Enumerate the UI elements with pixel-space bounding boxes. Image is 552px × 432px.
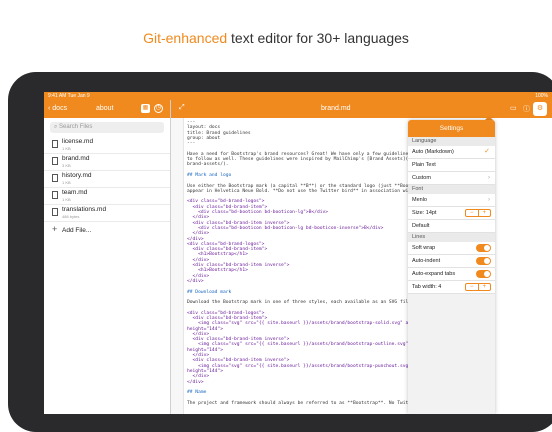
list-item[interactable]: history.md 1 KB <box>44 171 170 188</box>
language-option-plain[interactable]: Plain Text <box>408 159 495 172</box>
preview-icon[interactable]: ▭ <box>510 104 517 112</box>
headline: Git-enhanced text editor for 30+ languag… <box>0 30 552 46</box>
document-icon <box>52 191 58 199</box>
code-editor[interactable]: --- layout: docs title: Brand guidelines gr… <box>187 120 552 414</box>
stepper-plus[interactable]: + <box>479 210 491 216</box>
list-item[interactable]: license.md 1 KB <box>44 137 170 154</box>
list-item[interactable]: team.md 1 KB <box>44 188 170 205</box>
file-list: license.md 1 KB brand.md 3 KB history.md… <box>44 137 170 238</box>
auto-indent-row: Auto-indent <box>408 255 495 268</box>
stepper-minus[interactable]: − <box>466 210 478 216</box>
file-size: 3 KB <box>62 163 71 168</box>
add-file-label: Add File... <box>62 227 92 234</box>
list-item[interactable]: translations.md 486 bytes <box>44 205 170 222</box>
headline-accent: Git-enhanced <box>143 30 228 46</box>
settings-popover: Settings Language Auto (Markdown) ✓ Plai… <box>408 120 495 414</box>
auto-expand-tabs-label: Auto-expand tabs <box>412 271 456 277</box>
auto-expand-tabs-row: Auto-expand tabs <box>408 268 495 281</box>
document-icon <box>52 157 58 165</box>
file-name: license.md <box>62 138 94 145</box>
checkmark-icon: ✓ <box>484 148 490 155</box>
status-bar: 9:41 AM Tue Jan 9 100% <box>44 92 552 100</box>
document-icon <box>52 140 58 148</box>
soft-wrap-row: Soft wrap <box>408 242 495 255</box>
font-name: Menlo <box>412 197 427 203</box>
font-size-stepper[interactable]: − + <box>465 209 491 217</box>
tab-width-stepper[interactable]: − + <box>465 283 491 291</box>
file-name: team.md <box>62 189 88 196</box>
chevron-right-icon: › <box>488 175 490 181</box>
tab-width-label: Tab width: 4 <box>412 284 442 290</box>
status-time: 9:41 AM Tue Jan 9 <box>48 93 90 99</box>
auto-indent-label: Auto-indent <box>412 258 441 264</box>
search-input[interactable]: ⌕ Search Files <box>50 122 164 133</box>
line-gutter <box>171 118 184 414</box>
language-option-label: Plain Text <box>412 162 436 168</box>
language-option-label: Auto (Markdown) <box>412 149 454 155</box>
search-icon: ⌕ <box>54 124 58 130</box>
headline-rest: text editor for 30+ languages <box>227 30 409 46</box>
app-screen: 9:41 AM Tue Jan 9 100% ‹ docs about ▦ ◷ … <box>44 92 552 414</box>
language-section-header: Language <box>408 137 495 146</box>
auto-expand-tabs-toggle[interactable] <box>476 270 491 278</box>
file-name: brand.md <box>62 155 90 162</box>
select-files-icon[interactable]: ▦ <box>141 104 150 113</box>
soft-wrap-toggle[interactable] <box>476 244 491 252</box>
lines-section-header: Lines <box>408 233 495 242</box>
file-size: 486 bytes <box>62 214 80 219</box>
language-option-custom[interactable]: Custom › <box>408 172 495 185</box>
plus-icon: + <box>52 224 58 234</box>
info-icon[interactable]: ⓘ <box>523 104 530 114</box>
sidebar-nav-bar: ‹ docs about ▦ ◷ <box>44 100 170 118</box>
font-size-label: Size: 14pt <box>412 210 437 216</box>
list-item[interactable]: brand.md 3 KB <box>44 154 170 171</box>
status-battery: 100% <box>535 93 548 99</box>
language-option-auto[interactable]: Auto (Markdown) ✓ <box>408 146 495 159</box>
auto-indent-toggle[interactable] <box>476 257 491 265</box>
font-size-row: Size: 14pt − + <box>408 207 495 220</box>
file-name: translations.md <box>62 206 107 213</box>
language-option-label: Custom <box>412 175 431 181</box>
document-icon <box>52 174 58 182</box>
file-size: 1 KB <box>62 197 71 202</box>
expand-icon[interactable]: ⤢ <box>179 104 185 112</box>
code-line: The project and framework should always … <box>187 400 409 406</box>
add-file-button[interactable]: + Add File... <box>44 222 170 238</box>
font-name-row[interactable]: Menlo › <box>408 194 495 207</box>
tab-width-row: Tab width: 4 − + <box>408 281 495 294</box>
editor-file-title: brand.md <box>321 105 351 112</box>
editor-nav-bar: ⤢ brand.md ▭ ⓘ ⚙ <box>171 100 552 118</box>
settings-icon[interactable]: ⚙ <box>533 102 547 116</box>
sidebar-title: about <box>96 105 114 112</box>
settings-title: Settings <box>408 120 495 137</box>
file-size: 1 KB <box>62 146 71 151</box>
file-size: 1 KB <box>62 180 71 185</box>
document-icon <box>52 208 58 216</box>
default-label: Default <box>412 223 430 229</box>
file-name: history.md <box>62 172 92 179</box>
search-placeholder: Search Files <box>59 124 93 130</box>
chevron-right-icon: › <box>488 197 490 203</box>
history-clock-icon[interactable]: ◷ <box>154 104 163 113</box>
stepper-minus[interactable]: − <box>466 284 478 290</box>
back-label: docs <box>52 105 68 112</box>
back-button[interactable]: ‹ docs <box>48 105 67 112</box>
soft-wrap-label: Soft wrap <box>412 245 436 251</box>
stepper-plus[interactable]: + <box>479 284 491 290</box>
file-sidebar: ‹ docs about ▦ ◷ ⌕ Search Files license.… <box>44 100 171 414</box>
default-font-button[interactable]: Default <box>408 220 495 233</box>
font-section-header: Font <box>408 185 495 194</box>
